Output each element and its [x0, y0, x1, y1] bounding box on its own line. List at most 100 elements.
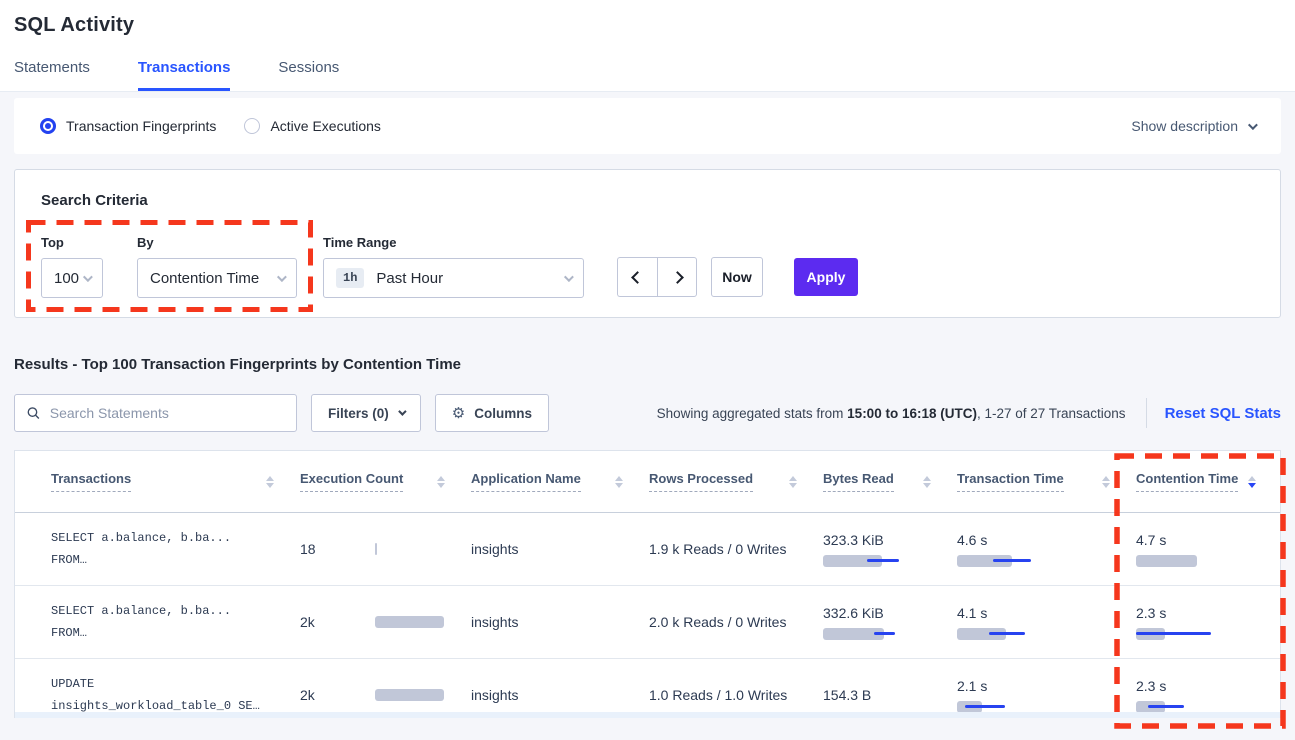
search-criteria-card: Search Criteria Top 100 By Contention Ti…	[14, 169, 1281, 318]
stddev-line	[993, 559, 1031, 562]
sort-arrows-icon[interactable]	[789, 476, 797, 488]
search-icon	[27, 406, 40, 420]
execution-count-cell: 18	[300, 541, 471, 557]
radio-active-executions[interactable]: Active Executions	[244, 118, 381, 134]
table-row[interactable]: SELECT a.balance, b.ba...FROM…2kinsights…	[15, 586, 1280, 659]
columns-button[interactable]: ⚙ Columns	[435, 394, 549, 432]
top-header: SQL Activity Statements Transactions Ses…	[0, 0, 1295, 92]
search-statements-input[interactable]	[50, 405, 284, 421]
contention-time-cell-value: 2.3 s	[1136, 605, 1281, 621]
rows-processed-cell: 2.0 k Reads / 0 Writes	[649, 614, 823, 630]
transaction-fingerprint-link[interactable]: SELECT a.balance, b.ba...FROM…	[51, 527, 300, 571]
column-header-label[interactable]: Transactions	[51, 471, 131, 492]
column-header-label[interactable]: Contention Time	[1136, 471, 1238, 492]
stddev-line	[989, 632, 1025, 635]
bytes-read-cell: 154.3 B	[823, 687, 957, 703]
reset-sql-stats-link[interactable]: Reset SQL Stats	[1165, 405, 1281, 422]
time-next-button[interactable]	[657, 257, 697, 297]
top-label: Top	[41, 235, 103, 250]
chevron-right-icon	[671, 271, 684, 284]
execution-count-cell: 2k	[300, 614, 471, 630]
tab-sessions[interactable]: Sessions	[278, 59, 339, 91]
top-field-group: Top 100	[41, 235, 103, 298]
time-prev-button[interactable]	[617, 257, 657, 297]
search-criteria-heading: Search Criteria	[41, 192, 1254, 209]
sort-arrows-icon[interactable]	[437, 476, 445, 488]
transaction-fingerprint-link[interactable]: UPDATEinsights_workload_table_0 SE…	[51, 673, 300, 717]
apply-button[interactable]: Apply	[794, 258, 858, 296]
sort-arrows-icon[interactable]	[1102, 476, 1110, 488]
view-toggle-group: Transaction Fingerprints Active Executio…	[40, 118, 381, 134]
column-header-bytes-read: Bytes Read	[823, 471, 957, 492]
sort-arrows-icon[interactable]	[266, 476, 274, 488]
column-header-label[interactable]: Transaction Time	[957, 471, 1064, 492]
show-description-toggle[interactable]: Show description	[1131, 118, 1255, 134]
table-row[interactable]: UPDATEinsights_workload_table_0 SE…2kins…	[15, 659, 1280, 718]
time-range-value: Past Hour	[376, 270, 443, 287]
sort-arrows-icon[interactable]	[1248, 476, 1256, 488]
tab-transactions[interactable]: Transactions	[138, 59, 231, 91]
transaction-time-cell-bar-chart	[957, 555, 1047, 567]
table-row[interactable]: SELECT a.balance, b.ba...FROM…18insights…	[15, 513, 1280, 586]
column-header-label[interactable]: Application Name	[471, 471, 581, 492]
bytes-read-cell-bar-chart	[823, 555, 913, 567]
filters-button[interactable]: Filters (0)	[311, 394, 421, 432]
gear-icon: ⚙	[452, 406, 465, 421]
column-header-transaction-time: Transaction Time	[957, 471, 1136, 492]
stddev-line	[965, 705, 1005, 708]
stats-area: Showing aggregated stats from 15:00 to 1…	[657, 398, 1281, 428]
top-select[interactable]: 100	[41, 258, 103, 298]
bytes-read-cell-value: 154.3 B	[823, 687, 957, 703]
by-select[interactable]: Contention Time	[137, 258, 297, 298]
contention-time-cell-value: 2.3 s	[1136, 678, 1281, 694]
time-range-select[interactable]: 1h Past Hour	[323, 258, 584, 298]
tab-bar: Statements Transactions Sessions	[14, 59, 1281, 91]
results-heading: Results - Top 100 Transaction Fingerprin…	[14, 356, 1281, 373]
time-nav-group	[617, 257, 697, 297]
chevron-down-icon	[1248, 120, 1258, 130]
radio-label: Transaction Fingerprints	[66, 118, 216, 134]
execution-count-cell: 2k	[300, 687, 471, 703]
bytes-read-cell-value: 332.6 KiB	[823, 605, 957, 621]
stddev-line	[874, 632, 895, 635]
page-title: SQL Activity	[14, 14, 1281, 37]
chevron-down-icon	[277, 272, 287, 282]
bytes-read-cell: 332.6 KiB	[823, 605, 957, 640]
stddev-line	[1136, 632, 1211, 635]
transaction-time-cell-value: 2.1 s	[957, 678, 1136, 694]
search-statements-box[interactable]	[14, 394, 297, 432]
table-header-row: Transactions Execution Count Application N…	[15, 451, 1280, 513]
transaction-time-cell: 4.6 s	[957, 532, 1136, 567]
by-select-value: Contention Time	[150, 270, 259, 287]
column-header-transactions: Transactions	[51, 471, 300, 492]
sort-arrows-icon[interactable]	[615, 476, 623, 488]
radio-label: Active Executions	[270, 118, 381, 134]
divider	[1146, 398, 1147, 428]
application-name-cell: insights	[471, 687, 649, 703]
now-button[interactable]: Now	[711, 257, 763, 297]
transaction-fingerprint-link[interactable]: SELECT a.balance, b.ba...FROM…	[51, 600, 300, 644]
results-toolbar: Filters (0) ⚙ Columns Showing aggregated…	[14, 394, 1281, 432]
transaction-time-cell: 2.1 s	[957, 678, 1136, 713]
transaction-time-cell-value: 4.1 s	[957, 605, 1136, 621]
chevron-down-icon	[564, 272, 574, 282]
chevron-down-icon	[83, 272, 93, 282]
column-header-label[interactable]: Bytes Read	[823, 471, 894, 492]
column-header-label[interactable]: Rows Processed	[649, 471, 753, 492]
execution-count-bar	[375, 689, 444, 701]
sort-arrows-icon[interactable]	[923, 476, 931, 488]
radio-transaction-fingerprints[interactable]: Transaction Fingerprints	[40, 118, 216, 134]
transaction-time-cell-bar-chart	[957, 701, 1047, 713]
bytes-read-cell-value: 323.3 KiB	[823, 532, 957, 548]
column-header-label[interactable]: Execution Count	[300, 471, 403, 492]
tab-statements[interactable]: Statements	[14, 59, 90, 91]
radio-selected-icon[interactable]	[40, 118, 56, 134]
application-name-cell: insights	[471, 614, 649, 630]
radio-unselected-icon[interactable]	[244, 118, 260, 134]
by-label: By	[137, 235, 297, 250]
by-field-group: By Contention Time	[137, 235, 297, 298]
contention-time-cell-bar-chart	[1136, 628, 1226, 640]
mean-bar	[1136, 555, 1197, 567]
filters-label: Filters (0)	[328, 406, 389, 421]
contention-time-cell: 2.3 s	[1136, 605, 1281, 640]
